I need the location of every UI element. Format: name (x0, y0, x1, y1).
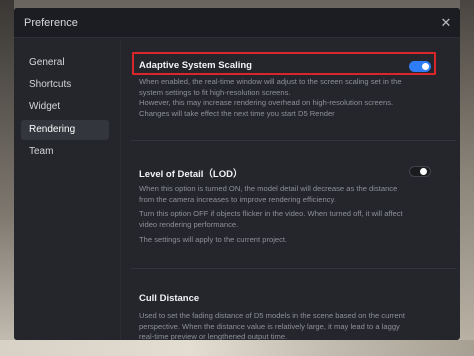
description-line: However, this may increase rendering ove… (139, 98, 394, 107)
sidebar-item-general[interactable]: General (21, 53, 109, 73)
lod-toggle[interactable] (409, 166, 431, 177)
lod-description-3: The settings will apply to the current p… (139, 235, 288, 244)
description-line: video rendering performance. (139, 219, 239, 229)
sidebar: General Shortcuts Widget Rendering Team (14, 39, 120, 340)
adaptive-scaling-title: Adaptive System Scaling (139, 60, 252, 71)
lod-description-1: When this option is turned ON, the model… (139, 184, 397, 205)
background-scene-left (0, 0, 14, 356)
lod-description-2: Turn this option OFF if objects flicker … (139, 209, 403, 230)
adaptive-scaling-description: When enabled, the real-time window will … (139, 77, 402, 119)
sidebar-item-team[interactable]: Team (21, 142, 109, 162)
dialog-titlebar: Preference ✕ (14, 8, 460, 38)
background-scene-right (460, 0, 474, 356)
toggle-knob (420, 168, 427, 175)
sidebar-item-shortcuts[interactable]: Shortcuts (21, 75, 109, 95)
description-line: from the camera increases to improve ren… (139, 194, 336, 204)
description-line: real-time preview or lengthened output t… (139, 332, 288, 340)
description-line: When enabled, the real-time window will … (139, 77, 402, 86)
cull-distance-description: Used to set the fading distance of D5 mo… (139, 311, 405, 340)
background-scene-bottom (0, 340, 474, 356)
toggle-knob (422, 63, 429, 70)
section-divider (131, 140, 456, 141)
description-line: perspective. When the distance value is … (139, 321, 400, 331)
sidebar-item-widget[interactable]: Widget (21, 97, 109, 117)
cull-distance-title: Cull Distance (139, 293, 200, 304)
close-icon[interactable]: ✕ (438, 15, 454, 31)
description-line: Used to set the fading distance of D5 mo… (139, 311, 405, 320)
sidebar-divider (120, 39, 121, 340)
description-line: Turn this option OFF if objects flicker … (139, 209, 403, 218)
lod-title: Level of Detail（LOD） (139, 169, 243, 180)
section-divider (131, 268, 456, 269)
sidebar-item-rendering[interactable]: Rendering (21, 120, 109, 140)
dialog-title: Preference (24, 17, 78, 29)
adaptive-scaling-toggle[interactable] (409, 61, 431, 72)
preference-dialog: Preference ✕ General Shortcuts Widget Re… (14, 8, 460, 340)
description-line: system settings to fit high-resolution s… (139, 87, 291, 97)
description-line: Changes will take effect the next time y… (139, 108, 335, 118)
description-line: When this option is turned ON, the model… (139, 184, 398, 193)
rendering-settings-panel: Adaptive System Scaling When enabled, th… (131, 39, 456, 340)
